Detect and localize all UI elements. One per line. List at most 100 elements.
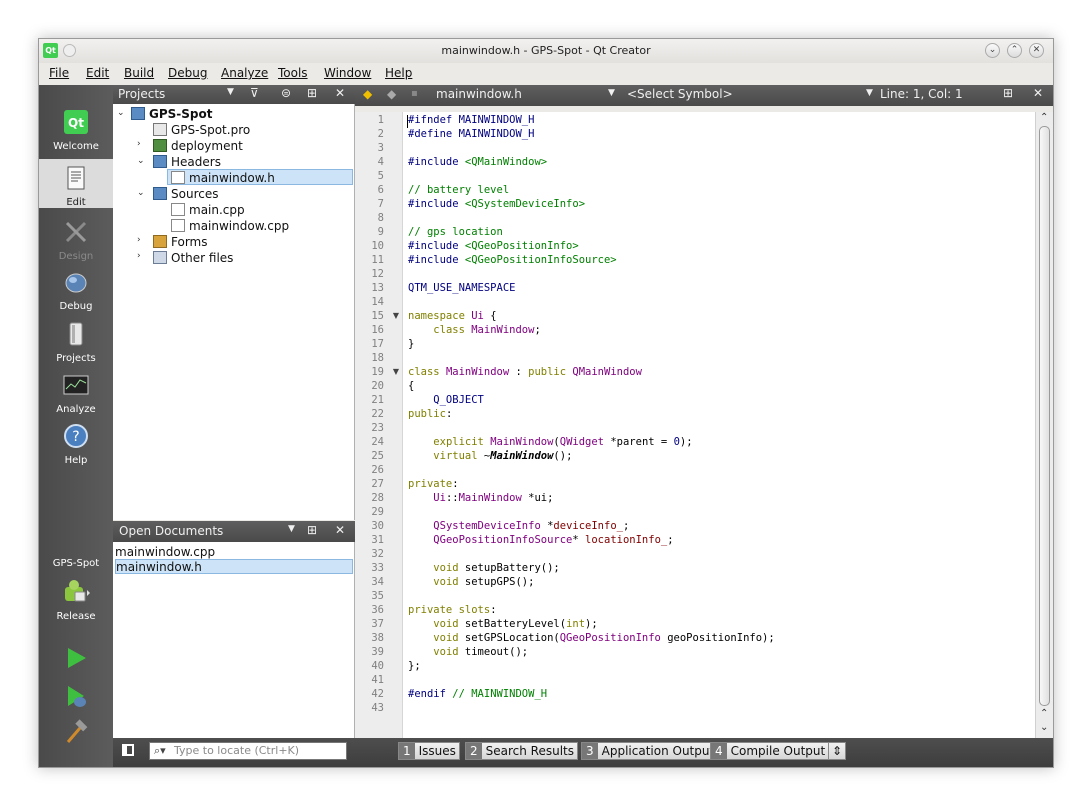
tree-deployment[interactable]: deployment [153, 138, 243, 154]
fold-marker-icon[interactable]: ▼ [393, 367, 399, 376]
locator-input[interactable]: ⌕▾ Type to locate (Ctrl+K) [149, 742, 347, 760]
debug-run-button[interactable] [39, 683, 113, 713]
file-dropdown-icon[interactable]: ▼ [608, 88, 615, 98]
code-line[interactable]: void setBatteryLevel(int); [408, 618, 597, 630]
code-line[interactable]: QGeoPositionInfoSource* locationInfo_; [408, 534, 673, 546]
collapse-arrow-icon[interactable]: › [137, 251, 141, 261]
cursor-position[interactable]: Line: 1, Col: 1 [880, 87, 963, 101]
code-line[interactable]: #include <QSystemDeviceInfo> [408, 198, 585, 210]
collapse-arrow-icon[interactable]: › [137, 235, 141, 245]
menu-file[interactable]: File [49, 66, 69, 80]
code-editor[interactable]: #ifndef MAINWINDOW_H #define MAINWINDOW_H… [403, 112, 1035, 738]
mode-design[interactable]: Design [39, 219, 113, 262]
close-icon[interactable]: ✕ [1029, 43, 1044, 58]
tree-header-file[interactable]: mainwindow.h [167, 169, 353, 185]
split-editor-icon[interactable]: ⊞ [1003, 86, 1013, 100]
lock-icon[interactable]: ▪ [411, 88, 418, 99]
mode-help[interactable]: ? Help [39, 423, 113, 466]
code-line[interactable]: #endif // MAINWINDOW_H [408, 688, 547, 700]
code-line[interactable]: Q_OBJECT [408, 394, 484, 406]
tree-forms[interactable]: Forms [153, 234, 207, 250]
mode-analyze[interactable]: Analyze [39, 372, 113, 415]
build-button[interactable] [39, 719, 113, 749]
current-file-label[interactable]: mainwindow.h [436, 87, 522, 101]
menu-help[interactable]: Help [385, 66, 412, 80]
split-icon[interactable]: ⊞ [307, 523, 317, 537]
maximize-icon[interactable]: ⌃ [1007, 43, 1022, 58]
toggle-sidebar-icon[interactable] [122, 744, 134, 756]
mode-debug[interactable]: Debug [39, 269, 113, 312]
menu-edit[interactable]: Edit [86, 66, 109, 80]
code-line[interactable]: public: [408, 408, 452, 420]
forward-arrow-icon[interactable]: ◆ [387, 87, 396, 101]
scroll-up-icon[interactable]: ⌃ [1040, 112, 1048, 123]
code-line[interactable]: void timeout(); [408, 646, 528, 658]
fold-marker-icon[interactable]: ▼ [393, 311, 399, 320]
code-line[interactable]: #define MAINWINDOW_H [408, 128, 534, 140]
menu-analyze[interactable]: Analyze [221, 66, 268, 80]
code-line[interactable]: #ifndef MAINWINDOW_H [408, 114, 534, 126]
code-line[interactable]: void setupBattery(); [408, 562, 559, 574]
tree-source-main[interactable]: main.cpp [171, 202, 245, 218]
symbol-dropdown-icon[interactable]: ▼ [866, 88, 873, 98]
output-tab-issues[interactable]: 1 Issues [398, 742, 460, 760]
code-line[interactable]: virtual ~MainWindow(); [408, 450, 572, 462]
symbol-selector[interactable]: <Select Symbol> [627, 87, 733, 101]
code-line[interactable]: Ui::MainWindow *ui; [408, 492, 553, 504]
back-arrow-icon[interactable]: ◆ [363, 87, 372, 101]
open-document-item[interactable]: mainwindow.cpp [115, 545, 353, 560]
collapse-arrow-icon[interactable]: › [137, 139, 141, 149]
menu-window[interactable]: Window [324, 66, 371, 80]
tree-pro-file[interactable]: GPS-Spot.pro [153, 122, 250, 138]
code-line[interactable]: }; [408, 660, 421, 672]
output-tab-application-output[interactable]: 3 Application Output [581, 742, 719, 760]
code-line[interactable]: namespace Ui { [408, 310, 497, 322]
project-tree[interactable]: ⌄ GPS-Spot GPS-Spot.pro › deployment ⌄ H… [113, 104, 355, 520]
mode-edit[interactable]: Edit [39, 159, 113, 208]
tree-source-mainwindow[interactable]: mainwindow.cpp [171, 218, 289, 234]
close-pane-icon[interactable]: ✕ [335, 86, 345, 100]
output-more-icon[interactable]: ⇕ [828, 742, 847, 760]
code-line[interactable]: private: [408, 478, 459, 490]
filter-icon[interactable]: ⊽ [250, 86, 259, 100]
mode-welcome[interactable]: Qt Welcome [39, 109, 113, 152]
kit-selector[interactable]: Release [39, 579, 113, 622]
scroll-up-icon[interactable]: ⌃ [1040, 708, 1048, 719]
close-editor-icon[interactable]: ✕ [1033, 86, 1043, 100]
projects-view-dropdown-icon[interactable]: ▼ [227, 87, 234, 97]
code-line[interactable]: class MainWindow : public QMainWindow [408, 366, 642, 378]
close-pane-icon[interactable]: ✕ [335, 523, 345, 537]
code-line[interactable]: class MainWindow; [408, 324, 540, 336]
output-tab-compile-output[interactable]: 4 Compile Output [710, 742, 830, 760]
code-line[interactable]: private slots: [408, 604, 497, 616]
code-line[interactable]: QTM_USE_NAMESPACE [408, 282, 515, 294]
open-document-item-selected[interactable]: mainwindow.h [115, 559, 353, 574]
menu-tools[interactable]: Tools [278, 66, 308, 80]
code-line[interactable]: } [408, 338, 414, 350]
code-line[interactable]: void setGPSLocation(QGeoPositionInfo geo… [408, 632, 774, 644]
code-line[interactable]: { [408, 380, 414, 392]
menu-build[interactable]: Build [124, 66, 154, 80]
code-line[interactable]: // battery level [408, 184, 509, 196]
minimize-icon[interactable]: ⌄ [985, 43, 1000, 58]
code-line[interactable]: #include <QGeoPositionInfo> [408, 240, 579, 252]
expand-arrow-icon[interactable]: ⌄ [137, 188, 145, 198]
tree-headers[interactable]: Headers [153, 154, 221, 170]
code-line[interactable]: explicit MainWindow(QWidget *parent = 0)… [408, 436, 692, 448]
scroll-down-icon[interactable]: ⌄ [1040, 722, 1048, 733]
code-line[interactable]: void setupGPS(); [408, 576, 534, 588]
open-docs-dropdown-icon[interactable]: ▼ [288, 524, 295, 534]
split-icon[interactable]: ⊞ [307, 86, 317, 100]
link-editor-icon[interactable]: ⊜ [281, 86, 291, 100]
vertical-scrollbar[interactable]: ⌃ ⌃ ⌄ [1035, 112, 1053, 738]
code-line[interactable]: // gps location [408, 226, 503, 238]
menu-debug[interactable]: Debug [168, 66, 207, 80]
mode-projects[interactable]: Projects [39, 321, 113, 364]
output-tab-search-results[interactable]: 2 Search Results [465, 742, 579, 760]
expand-arrow-icon[interactable]: ⌄ [137, 156, 145, 166]
run-button[interactable] [39, 645, 113, 675]
code-line[interactable]: #include <QMainWindow> [408, 156, 547, 168]
expand-arrow-icon[interactable]: ⌄ [117, 108, 125, 118]
tree-project-root[interactable]: GPS-Spot [131, 106, 212, 122]
tree-other-files[interactable]: Other files [153, 250, 233, 266]
